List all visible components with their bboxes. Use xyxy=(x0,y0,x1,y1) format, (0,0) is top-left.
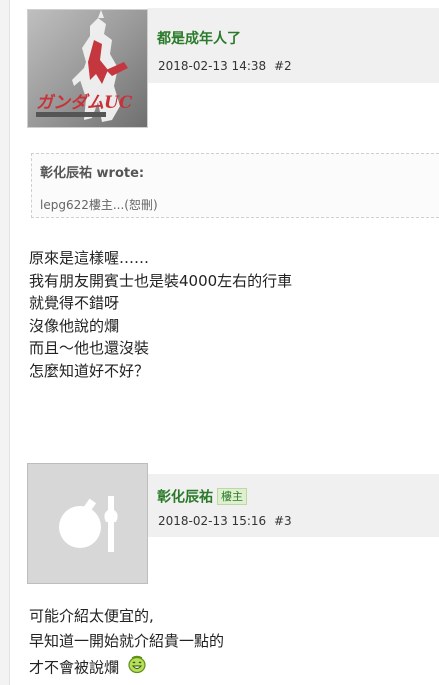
quote-text: lepg622樓主...(恕刪) xyxy=(40,198,158,212)
post-author-row: 彰化辰祐 樓主 xyxy=(157,486,247,507)
post-body-line: 而且～他也還沒裝 xyxy=(29,339,150,357)
quote-author: 彰化辰祐 wrote: xyxy=(40,166,145,181)
post-body: 可能介紹太便宜的, 早知道一開始就介紹貴一點的 才不會被說爛 xyxy=(29,604,224,682)
post-author-name[interactable]: 都是成年人了 xyxy=(157,28,241,48)
post-body-line: 才不會被說爛 xyxy=(29,658,120,677)
quote-block: 彰化辰祐 wrote: lepg622樓主...(恕刪) xyxy=(31,153,439,218)
post-number-link[interactable]: #2 xyxy=(274,59,292,73)
post-body: 原來是這樣喔…… 我有朋友開賓士也是裝4000左右的行車 就覺得不錯呀 沒像他說… xyxy=(29,247,292,382)
svg-text:ガンダムUC: ガンダムUC xyxy=(36,93,133,113)
post-body-line: 怎麼知道好不好？ xyxy=(29,361,150,380)
post-body-line-with-emoji: 才不會被說爛 xyxy=(29,654,224,682)
thread-owner-badge: 樓主 xyxy=(217,488,247,505)
post-body-line: 早知道一開始就介紹貴一點的 xyxy=(29,632,225,650)
post-body-line: 就覺得不錯呀 xyxy=(29,294,120,312)
default-avatar-icon[interactable] xyxy=(27,463,148,584)
post-body-line: 我有朋友開賓士也是裝4000左右的行車 xyxy=(29,271,293,290)
post-meta: 2018-02-13 14:38 #2 xyxy=(158,59,292,73)
post-body-line: 沒像他說的爛 xyxy=(29,316,120,335)
post-body-line: 可能介紹太便宜的, xyxy=(29,607,154,625)
post-meta: 2018-02-13 15:16 #3 xyxy=(158,514,292,528)
post-number-link[interactable]: #3 xyxy=(274,514,292,528)
smiley-emoji-icon xyxy=(127,654,147,682)
left-rail xyxy=(0,0,10,685)
post-author-name[interactable]: 彰化辰祐 xyxy=(157,490,213,506)
post-body-line: 原來是這樣喔…… xyxy=(29,249,150,267)
post-datetime: 2018-02-13 15:16 xyxy=(158,514,267,528)
gundam-avatar-icon[interactable]: ガンダムUC xyxy=(27,9,148,128)
post-datetime: 2018-02-13 14:38 xyxy=(158,59,267,73)
